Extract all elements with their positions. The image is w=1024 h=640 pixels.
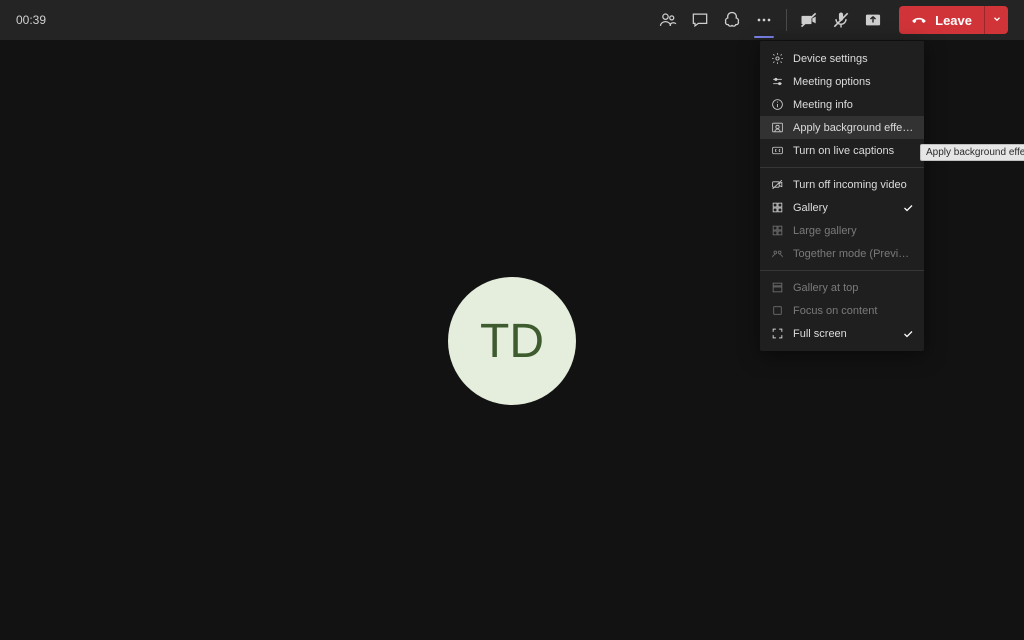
people-button[interactable] xyxy=(652,0,684,40)
menu-item-label: Turn on live captions xyxy=(793,145,914,157)
person-bg-icon xyxy=(770,121,784,135)
share-tray-icon xyxy=(863,10,883,30)
menu-item-gallery[interactable]: Gallery xyxy=(760,196,924,219)
mic-off-icon xyxy=(831,10,851,30)
sliders-icon xyxy=(770,75,784,89)
avatar-initials: TD xyxy=(480,314,544,369)
leave-group: Leave xyxy=(899,6,1008,34)
focus-icon xyxy=(770,304,784,318)
gear-icon xyxy=(770,52,784,66)
menu-divider xyxy=(760,270,924,271)
menu-item-label: Gallery xyxy=(793,202,893,214)
menu-item-together-mode: Together mode (Preview) xyxy=(760,242,924,265)
camera-off-icon xyxy=(770,178,784,192)
menu-item-label: Device settings xyxy=(793,53,914,65)
reactions-icon xyxy=(722,10,742,30)
menu-item-meeting-options[interactable]: Meeting options xyxy=(760,70,924,93)
call-timer: 00:39 xyxy=(16,13,46,27)
menu-item-incoming-video[interactable]: Turn off incoming video xyxy=(760,173,924,196)
menu-item-label: Full screen xyxy=(793,328,893,340)
people-icon xyxy=(658,10,678,30)
more-actions-button[interactable] xyxy=(748,0,780,40)
menu-item-label: Turn off incoming video xyxy=(793,179,914,191)
leave-button[interactable]: Leave xyxy=(899,6,984,34)
together-icon xyxy=(770,247,784,261)
grid-icon xyxy=(770,224,784,238)
fullscreen-icon xyxy=(770,327,784,341)
info-icon xyxy=(770,98,784,112)
gallery-top-icon xyxy=(770,281,784,295)
menu-item-label: Apply background effects xyxy=(793,122,914,134)
leave-options-button[interactable] xyxy=(984,6,1008,34)
chevron-down-icon xyxy=(992,11,1002,29)
chat-button[interactable] xyxy=(684,0,716,40)
menu-item-live-captions[interactable]: Turn on live captions xyxy=(760,139,924,162)
menu-item-label: Meeting info xyxy=(793,99,914,111)
check-icon xyxy=(902,202,914,214)
menu-divider xyxy=(760,167,924,168)
menu-item-gallery-top: Gallery at top xyxy=(760,276,924,299)
menu-item-device-settings[interactable]: Device settings xyxy=(760,47,924,70)
tooltip: Apply background effects xyxy=(920,144,1024,161)
share-button[interactable] xyxy=(857,0,889,40)
menu-item-bg-effects[interactable]: Apply background effects xyxy=(760,116,924,139)
menu-item-focus-content: Focus on content xyxy=(760,299,924,322)
grid-icon xyxy=(770,201,784,215)
reactions-button[interactable] xyxy=(716,0,748,40)
hangup-icon xyxy=(911,11,927,30)
menu-item-label: Meeting options xyxy=(793,76,914,88)
cc-icon xyxy=(770,144,784,158)
menu-item-label: Focus on content xyxy=(793,305,914,317)
leave-label: Leave xyxy=(935,13,972,28)
toolbar: Leave xyxy=(652,0,1008,40)
menu-item-full-screen[interactable]: Full screen xyxy=(760,322,924,345)
menu-item-label: Gallery at top xyxy=(793,282,914,294)
toolbar-separator xyxy=(786,9,787,31)
menu-item-label: Large gallery xyxy=(793,225,914,237)
menu-item-label: Together mode (Preview) xyxy=(793,248,914,260)
mic-toggle-button[interactable] xyxy=(825,0,857,40)
camera-toggle-button[interactable] xyxy=(793,0,825,40)
more-actions-menu: Device settings Meeting options Meeting in… xyxy=(760,41,924,351)
menu-item-large-gallery: Large gallery xyxy=(760,219,924,242)
check-icon xyxy=(902,328,914,340)
camera-off-icon xyxy=(799,10,819,30)
menu-item-meeting-info[interactable]: Meeting info xyxy=(760,93,924,116)
chat-icon xyxy=(690,10,710,30)
top-bar: 00:39 xyxy=(0,0,1024,40)
participant-avatar: TD xyxy=(448,277,576,405)
more-icon xyxy=(754,10,774,30)
